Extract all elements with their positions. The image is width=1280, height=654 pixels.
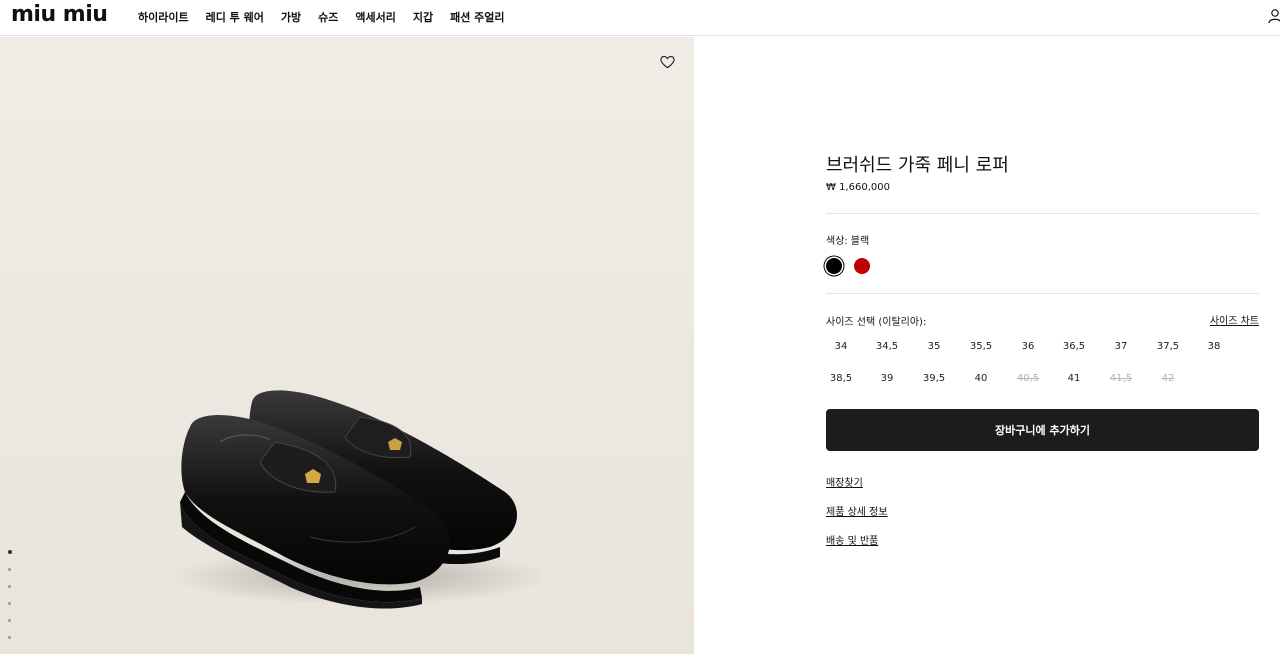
nav-bags[interactable]: 가방 — [281, 9, 301, 25]
size-option[interactable]: 35 — [919, 341, 949, 352]
size-option[interactable]: 37,5 — [1153, 341, 1183, 352]
size-row: 34 34,5 35 35,5 36 36,5 37 37,5 38 — [826, 341, 1259, 361]
shipping-returns-link[interactable]: 배송 및 반품 — [826, 532, 878, 547]
heart-icon[interactable] — [660, 55, 675, 69]
size-option[interactable]: 39,5 — [919, 373, 949, 384]
brand-logo[interactable]: miu miu — [11, 3, 108, 27]
main-nav: 하이라이트 레디 투 웨어 가방 슈즈 액세서리 지갑 패션 주얼리 — [138, 9, 522, 25]
gallery-dot[interactable] — [8, 568, 11, 571]
color-label-text: 색상: — [826, 236, 848, 247]
nav-wallets[interactable]: 지갑 — [413, 9, 433, 25]
nav-accessories[interactable]: 액세서리 — [355, 9, 395, 25]
color-label: 색상: 블랙 — [826, 232, 869, 247]
size-option[interactable]: 35,5 — [966, 341, 996, 352]
add-to-cart-button[interactable]: 장바구니에 추가하기 — [826, 409, 1259, 451]
gallery-pagination — [8, 550, 12, 653]
color-swatch-red[interactable] — [854, 258, 870, 274]
size-option[interactable]: 38,5 — [826, 373, 856, 384]
divider — [826, 293, 1259, 294]
size-option[interactable]: 41 — [1059, 373, 1089, 384]
product-title: 브러쉬드 가죽 페니 로퍼 — [826, 155, 1009, 176]
product-price: ₩ 1,660,000 — [826, 182, 890, 193]
product-image-gallery[interactable] — [0, 37, 694, 654]
size-select-label: 사이즈 선택 (이탈리아): — [826, 317, 927, 328]
color-swatch-black[interactable] — [826, 258, 842, 274]
gallery-dot[interactable] — [8, 636, 11, 639]
size-option[interactable]: 34 — [826, 341, 856, 352]
size-option[interactable]: 34,5 — [872, 341, 902, 352]
color-value: 블랙 — [850, 236, 870, 247]
store-locator-link[interactable]: 매장찾기 — [826, 474, 863, 489]
nav-fashion-jewelry[interactable]: 패션 주얼리 — [450, 9, 504, 25]
account-icon[interactable] — [1268, 8, 1280, 24]
loafer-image — [170, 390, 540, 609]
product-details-link[interactable]: 제품 상세 정보 — [826, 503, 888, 518]
size-option[interactable]: 36 — [1013, 341, 1043, 352]
size-option-unavailable: 41,5 — [1109, 373, 1133, 384]
divider — [826, 213, 1259, 214]
nav-ready-to-wear[interactable]: 레디 투 웨어 — [206, 9, 264, 25]
size-option[interactable]: 38 — [1199, 341, 1229, 352]
size-chart-link[interactable]: 사이즈 차트 — [1210, 312, 1259, 327]
size-option[interactable]: 39 — [872, 373, 902, 384]
size-option[interactable]: 40 — [966, 373, 996, 384]
nav-highlights[interactable]: 하이라이트 — [138, 9, 189, 25]
gallery-dot[interactable] — [8, 619, 11, 622]
size-row: 38,5 39 39,5 40 40,5 41 41,5 42 — [826, 373, 1259, 393]
size-option[interactable]: 37 — [1106, 341, 1136, 352]
gallery-dot[interactable] — [8, 550, 12, 554]
nav-shoes[interactable]: 슈즈 — [318, 9, 338, 25]
gallery-dot[interactable] — [8, 585, 11, 588]
gallery-dot[interactable] — [8, 602, 11, 605]
size-option[interactable]: 36,5 — [1059, 341, 1089, 352]
size-option-unavailable: 42 — [1161, 373, 1175, 384]
site-header: miu miu 하이라이트 레디 투 웨어 가방 슈즈 액세서리 지갑 패션 주… — [0, 0, 1280, 36]
size-option-unavailable: 40,5 — [1016, 373, 1040, 384]
